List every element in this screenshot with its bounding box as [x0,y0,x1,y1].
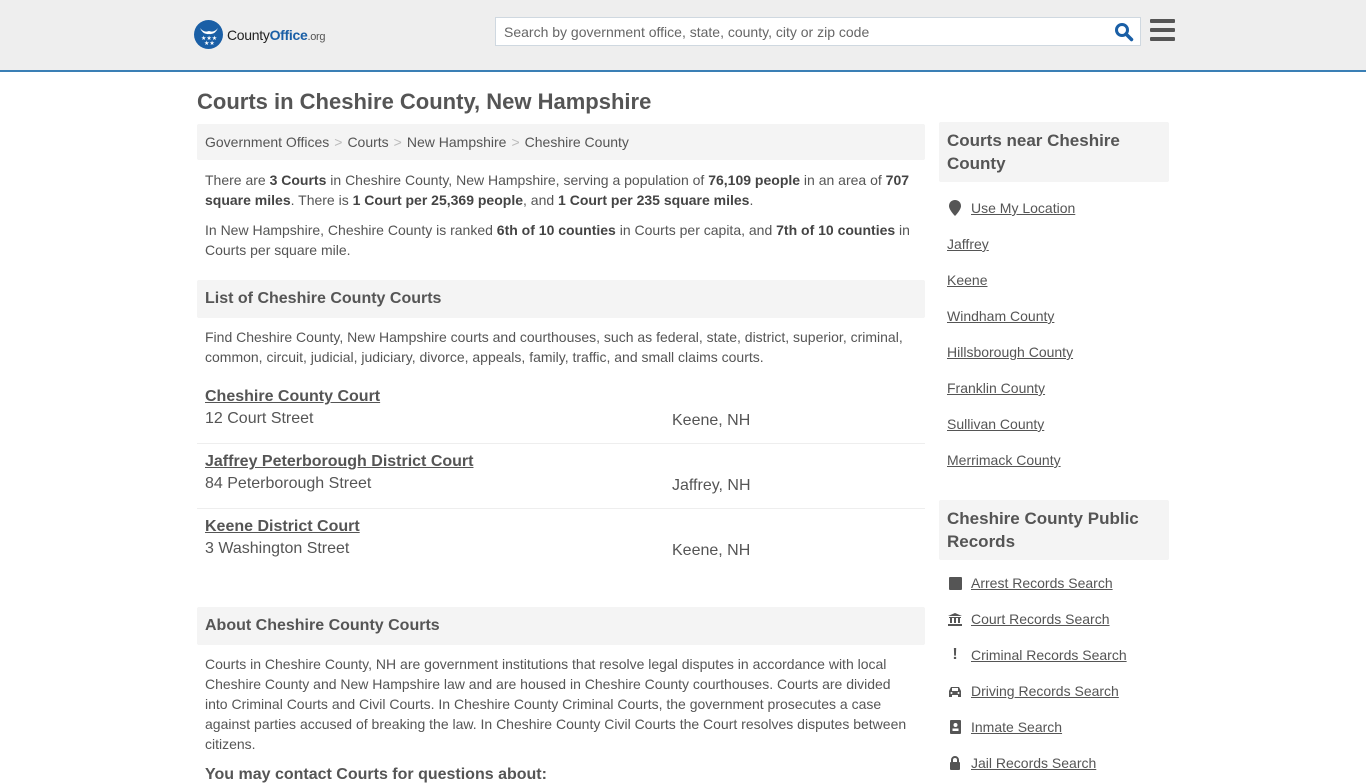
sidebar-public-records: Cheshire County Public Records Arrest Re… [939,500,1169,781]
court-city: Keene, NH [672,542,751,559]
hamburger-icon [1150,19,1175,41]
map-marker-icon [947,200,963,216]
search-button[interactable] [1114,22,1134,42]
site-header: ★★★ ★★ CountyOffice.org [0,0,1366,72]
record-item: Court Records Search [947,601,1161,637]
svg-text:★★: ★★ [204,40,215,45]
contact-questions-heading: You may contact Courts for questions abo… [205,766,547,783]
record-item: Jail Records Search [947,745,1161,781]
use-my-location-item: Use My Location [947,190,1161,226]
court-name-link[interactable]: Keene District Court [205,518,360,536]
nearby-link-sullivan-county[interactable]: Sullivan County [947,416,1044,432]
criminal-records-link[interactable]: Criminal Records Search [971,647,1127,663]
record-item: Arrest Records Search [947,565,1161,601]
site-logo[interactable]: ★★★ ★★ CountyOffice.org [194,20,326,49]
court-name-link[interactable]: Jaffrey Peterborough District Court [205,453,473,471]
court-city: Keene, NH [672,412,751,429]
id-badge-icon [947,719,963,735]
search-box [495,17,1141,46]
court-name-link[interactable]: Cheshire County Court [205,388,380,406]
record-item: ! Criminal Records Search [947,637,1161,673]
nearby-heading: Courts near Cheshire County [939,122,1169,182]
exclamation-icon: ! [952,646,958,663]
nearby-link-keene[interactable]: Keene [947,272,987,288]
breadcrumb-courts[interactable]: Courts [347,134,388,150]
list-intro: Find Cheshire County, New Hampshire cour… [205,329,903,365]
ranking-paragraph: In New Hampshire, Cheshire County is ran… [205,222,910,258]
nearby-link-jaffrey[interactable]: Jaffrey [947,236,989,252]
main-content: Courts in Cheshire County, New Hampshire… [197,72,925,784]
nearby-item: Jaffrey [947,226,1161,262]
breadcrumb-new-hampshire[interactable]: New Hampshire [407,134,507,150]
nearby-link-merrimack-county[interactable]: Merrimack County [947,452,1061,468]
court-item: Cheshire County Court 12 Court Street Ke… [197,379,925,444]
use-my-location-link[interactable]: Use My Location [971,200,1075,216]
nearby-item: Hillsborough County [947,334,1161,370]
nearby-link-franklin-county[interactable]: Franklin County [947,380,1045,396]
public-records-heading: Cheshire County Public Records [939,500,1169,560]
logo-text: CountyOffice.org [227,26,326,43]
nearby-item: Sullivan County [947,406,1161,442]
nearby-item: Keene [947,262,1161,298]
breadcrumb-separator: > [511,134,520,150]
nearby-link-hillsborough-county[interactable]: Hillsborough County [947,344,1073,360]
court-address: 84 Peterborough Street [205,475,372,492]
court-city: Jaffrey, NH [672,477,751,494]
court-item: Keene District Court 3 Washington Street… [197,509,925,574]
nearby-item: Windham County [947,298,1161,334]
about-paragraph: Courts in Cheshire County, NH are govern… [205,656,907,752]
record-item: Driving Records Search [947,673,1161,709]
breadcrumb-government-offices[interactable]: Government Offices [205,134,329,150]
sidebar-nearby: Courts near Cheshire County Use My Locat… [939,122,1169,478]
breadcrumb-separator: > [334,134,343,150]
courthouse-icon [947,611,963,627]
car-icon [947,683,963,699]
jail-records-link[interactable]: Jail Records Search [971,755,1096,771]
driving-records-link[interactable]: Driving Records Search [971,683,1119,699]
court-list: Cheshire County Court 12 Court Street Ke… [197,379,925,574]
hamburger-menu-button[interactable] [1150,19,1175,43]
square-icon [947,575,963,591]
inmate-search-link[interactable]: Inmate Search [971,719,1062,735]
court-address: 3 Washington Street [205,540,350,557]
nearby-item: Franklin County [947,370,1161,406]
breadcrumb-separator: > [393,134,402,150]
nearby-item: Merrimack County [947,442,1161,478]
breadcrumb: Government Offices > Courts > New Hampshire >… [197,124,925,160]
nearby-link-windham-county[interactable]: Windham County [947,308,1054,324]
breadcrumb-cheshire-county[interactable]: Cheshire County [525,134,629,150]
court-address: 12 Court Street [205,410,314,427]
search-icon [1115,23,1134,42]
summary-paragraph: There are 3 Courts in Cheshire County, N… [205,172,910,208]
lock-icon [947,755,963,771]
court-item: Jaffrey Peterborough District Court 84 P… [197,444,925,509]
about-section-heading: About Cheshire County Courts [197,607,925,645]
list-section-heading: List of Cheshire County Courts [197,280,925,318]
search-input[interactable] [496,18,1096,45]
record-item: Inmate Search [947,709,1161,745]
court-records-link[interactable]: Court Records Search [971,611,1110,627]
eagle-stars-icon: ★★★ ★★ [194,20,223,49]
page-title: Courts in Cheshire County, New Hampshire [197,89,652,114]
arrest-records-link[interactable]: Arrest Records Search [971,575,1113,591]
